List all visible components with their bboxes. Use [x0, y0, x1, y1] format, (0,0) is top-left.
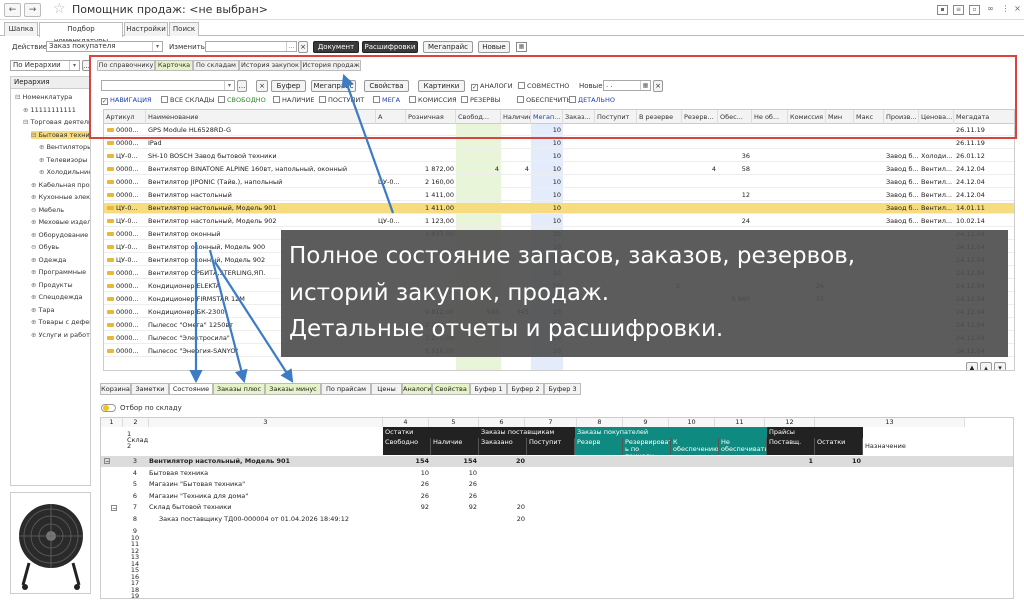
- callout-line-3: Детальные отчеты и расшифровки.: [289, 316, 724, 342]
- callout-overlay: Полное состояние запасов, заказов, резер…: [281, 230, 1008, 357]
- arrow-to-sales-history: [341, 73, 395, 214]
- callout-line-2: историй закупок, продаж.: [289, 280, 610, 306]
- arrow-to-orders-plus: [208, 249, 248, 384]
- callout-line-1: Полное состояние запасов, заказов, резер…: [289, 243, 856, 269]
